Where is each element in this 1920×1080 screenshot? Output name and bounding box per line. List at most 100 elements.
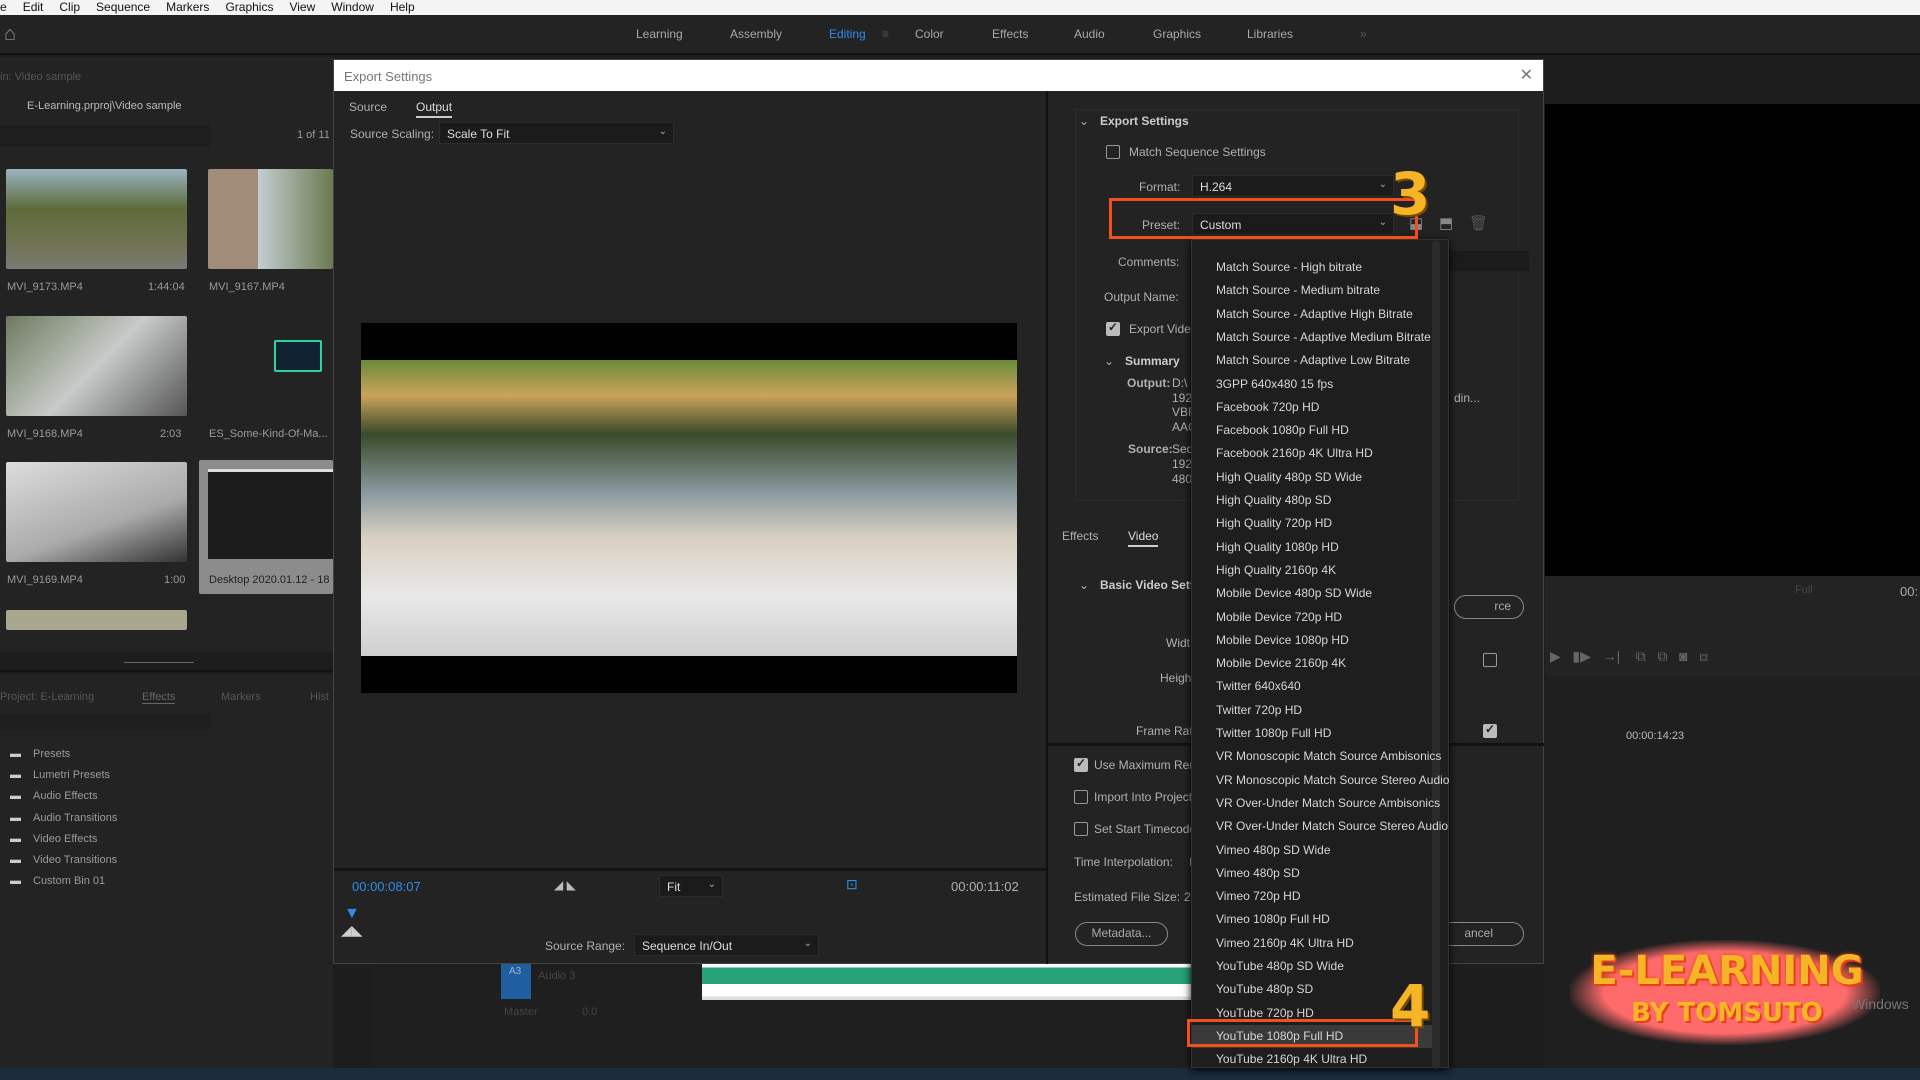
menu-graphics[interactable]: Graphics bbox=[225, 0, 273, 15]
effects-item[interactable]: Lumetri Presets bbox=[33, 769, 110, 781]
preset-option[interactable]: Vimeo 1080p Full HD bbox=[1192, 908, 1432, 931]
clip-thumbnail[interactable] bbox=[6, 462, 187, 562]
menu-clip[interactable]: Clip bbox=[59, 0, 80, 15]
preset-option[interactable]: Vimeo 480p SD bbox=[1192, 862, 1432, 885]
preset-option[interactable]: Vimeo 720p HD bbox=[1192, 885, 1432, 908]
trash-icon[interactable]: 🗑 bbox=[1469, 214, 1488, 232]
tab-graphics[interactable]: Graphics bbox=[1153, 27, 1201, 41]
clip-thumbnail[interactable] bbox=[6, 316, 187, 416]
format-dropdown[interactable]: H.264 ⌄ bbox=[1192, 175, 1394, 197]
preset-option[interactable]: Match Source - Medium bitrate bbox=[1192, 279, 1432, 302]
preset-option[interactable]: 3GPP 640x480 15 fps bbox=[1192, 373, 1432, 396]
preset-option[interactable]: VR Monoscopic Match Source Stereo Audio bbox=[1192, 769, 1449, 792]
clip-thumbnail[interactable] bbox=[6, 169, 187, 269]
track-a3[interactable]: A3 bbox=[501, 964, 531, 999]
preset-option[interactable]: High Quality 480p SD Wide bbox=[1192, 466, 1432, 489]
tab-source[interactable]: Source bbox=[349, 100, 387, 114]
tab-history[interactable]: Hist bbox=[310, 691, 329, 703]
fit-dropdown[interactable]: Fit ⌄ bbox=[659, 875, 723, 897]
tab-color[interactable]: Color bbox=[915, 27, 944, 41]
match-source-button[interactable]: rce bbox=[1454, 595, 1524, 619]
tab-markers[interactable]: Markers bbox=[221, 691, 261, 703]
quality-dropdown[interactable]: Full bbox=[1795, 584, 1813, 596]
preset-option[interactable]: High Quality 2160p 4K bbox=[1192, 559, 1432, 582]
menu-sequence[interactable]: Sequence bbox=[96, 0, 150, 15]
export-video-checkbox[interactable] bbox=[1106, 320, 1120, 336]
use-max-render-checkbox[interactable] bbox=[1074, 756, 1088, 772]
current-timecode[interactable]: 00:00:08:07 bbox=[352, 879, 421, 894]
menu-markers[interactable]: Markers bbox=[166, 0, 209, 15]
menu-edit[interactable]: Edit bbox=[23, 0, 44, 15]
preset-option[interactable]: Facebook 1080p Full HD bbox=[1192, 419, 1432, 442]
effects-item[interactable]: Audio Effects bbox=[33, 790, 98, 802]
close-icon[interactable]: ✕ bbox=[1520, 65, 1533, 85]
menu-window[interactable]: Window bbox=[331, 0, 374, 15]
preset-option[interactable]: Vimeo 2160p 4K Ultra HD bbox=[1192, 932, 1432, 955]
set-start-timecode-checkbox[interactable] bbox=[1074, 822, 1088, 836]
play-icon[interactable]: ▶ ▮▶ →| ⧉ ⧉ ◙ ⧈ bbox=[1550, 648, 1708, 665]
preset-option[interactable]: VR Monoscopic Match Source Ambisonics bbox=[1192, 745, 1441, 768]
audio-waveform[interactable] bbox=[702, 964, 1192, 1000]
comments-input[interactable] bbox=[1449, 251, 1529, 271]
playhead-icon[interactable]: ▼ bbox=[344, 905, 360, 923]
mark-in-out-icon[interactable]: ◢ ◣ bbox=[554, 878, 576, 892]
subtab-effects[interactable]: Effects bbox=[1062, 529, 1098, 543]
source-scaling-dropdown[interactable]: Scale To Fit ⌄ bbox=[439, 122, 674, 144]
preset-option[interactable]: Match Source - Adaptive Low Bitrate bbox=[1192, 349, 1432, 372]
preset-option[interactable]: YouTube 2160p 4K Ultra HD bbox=[1192, 1048, 1432, 1071]
workspace-menu-icon[interactable]: ≡ bbox=[882, 27, 889, 41]
collapse-icon[interactable]: ⌄ bbox=[1104, 354, 1114, 368]
effects-item[interactable]: Video Effects bbox=[33, 833, 97, 845]
collapse-icon[interactable]: ⌄ bbox=[1079, 114, 1089, 128]
clip-thumbnail[interactable] bbox=[6, 610, 187, 630]
effects-search-input[interactable] bbox=[0, 714, 210, 730]
source-range-dropdown[interactable]: Sequence In/Out ⌄ bbox=[634, 934, 819, 956]
tab-effects[interactable]: Effects bbox=[992, 27, 1028, 41]
menu-file[interactable]: e bbox=[0, 0, 7, 15]
menu-help[interactable]: Help bbox=[390, 0, 415, 15]
preset-option[interactable]: Mobile Device 720p HD bbox=[1192, 606, 1432, 629]
preset-option[interactable]: Mobile Device 2160p 4K bbox=[1192, 652, 1432, 675]
import-preset-icon[interactable]: ⬒ bbox=[1439, 214, 1453, 232]
effects-item[interactable]: Presets bbox=[33, 748, 70, 760]
range-handles-icon[interactable]: ◢◣ bbox=[341, 922, 363, 939]
zoom-slider[interactable] bbox=[124, 662, 194, 663]
preset-option[interactable]: Facebook 2160p 4K Ultra HD bbox=[1192, 442, 1432, 465]
preset-option[interactable]: High Quality 480p SD bbox=[1192, 489, 1432, 512]
tab-editing[interactable]: Editing bbox=[829, 27, 866, 41]
metadata-button[interactable]: Metadata... bbox=[1075, 922, 1168, 946]
preset-option[interactable]: Mobile Device 480p SD Wide bbox=[1192, 582, 1432, 605]
home-icon[interactable]: ⌂ bbox=[4, 23, 16, 46]
preset-option[interactable]: Facebook 720p HD bbox=[1192, 396, 1432, 419]
effects-item[interactable]: Audio Transitions bbox=[33, 812, 117, 824]
preset-option[interactable]: Twitter 1080p Full HD bbox=[1192, 722, 1432, 745]
tab-libraries[interactable]: Libraries bbox=[1247, 27, 1293, 41]
scrollbar[interactable] bbox=[1432, 240, 1440, 1069]
preset-option[interactable]: High Quality 1080p HD bbox=[1192, 536, 1432, 559]
preset-option[interactable]: VR Over-Under Match Source Stereo Audio bbox=[1192, 815, 1448, 838]
tab-assembly[interactable]: Assembly bbox=[730, 27, 782, 41]
tab-audio[interactable]: Audio bbox=[1074, 27, 1105, 41]
tab-learning[interactable]: Learning bbox=[636, 27, 683, 41]
preset-option[interactable]: Match Source - High bitrate bbox=[1192, 256, 1432, 279]
effects-item[interactable]: Video Transitions bbox=[33, 854, 117, 866]
clip-thumbnail[interactable] bbox=[208, 169, 333, 269]
preset-option[interactable]: Match Source - Adaptive Medium Bitrate bbox=[1192, 326, 1432, 349]
preset-option[interactable]: Vimeo 480p SD Wide bbox=[1192, 839, 1432, 862]
match-sequence-checkbox[interactable] bbox=[1106, 145, 1120, 159]
overflow-icon[interactable]: » bbox=[1360, 27, 1367, 41]
effects-item[interactable]: Custom Bin 01 bbox=[33, 875, 105, 887]
tab-effects-panel[interactable]: Effects bbox=[142, 691, 176, 704]
frame-rate-checkbox[interactable] bbox=[1483, 722, 1497, 738]
aspect-icon[interactable]: ⊡ bbox=[846, 876, 858, 893]
menu-view[interactable]: View bbox=[289, 0, 315, 15]
audio-clip-icon[interactable] bbox=[274, 340, 322, 372]
preset-option[interactable]: High Quality 720p HD bbox=[1192, 512, 1432, 535]
width-checkbox[interactable] bbox=[1483, 653, 1497, 667]
tab-project[interactable]: Project: E-Learning bbox=[0, 691, 94, 703]
collapse-icon[interactable]: ⌄ bbox=[1079, 578, 1089, 592]
tab-output[interactable]: Output bbox=[416, 100, 453, 118]
preset-option[interactable]: VR Over-Under Match Source Ambisonics bbox=[1192, 792, 1440, 815]
preset-option[interactable]: Twitter 720p HD bbox=[1192, 699, 1432, 722]
bin-search-input[interactable] bbox=[0, 125, 210, 147]
